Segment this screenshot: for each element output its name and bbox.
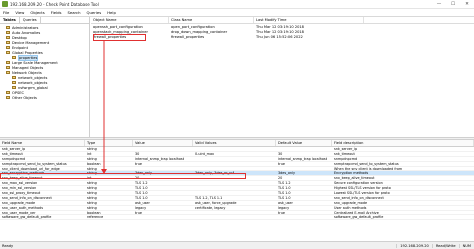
status-bar: Ready 192.168.209.20 Read/Write NUM: [0, 241, 474, 249]
status-num: NUM: [458, 243, 474, 248]
status-mode: Read/Write: [431, 243, 459, 248]
status-text: Ready: [2, 243, 14, 248]
arrow-head: [101, 169, 107, 174]
annotation-arrow: [101, 41, 107, 174]
status-server: 192.168.209.20: [396, 243, 432, 248]
